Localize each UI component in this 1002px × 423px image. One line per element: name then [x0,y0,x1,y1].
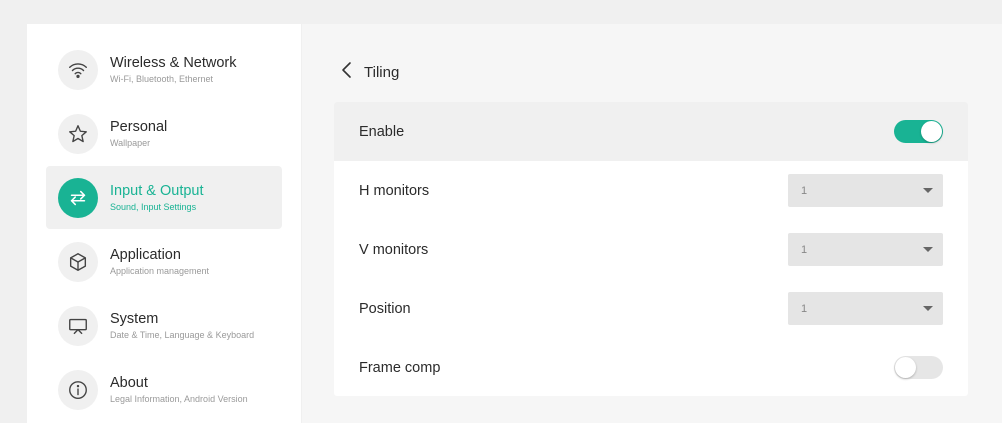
sidebar-item-title: Wireless & Network [110,55,237,71]
position-select[interactable]: 1 [788,292,943,325]
h-monitors-row: H monitors 1 [334,161,968,220]
toggle-knob [895,357,916,378]
position-row: Position 1 [334,279,968,338]
select-value: 1 [801,302,808,315]
sidebar-item-title: System [110,311,159,327]
sidebar-item-title: Application [110,247,181,263]
frame-comp-label: Frame comp [359,359,441,376]
page-header: Tiling [340,60,399,84]
frame-comp-row[interactable]: Frame comp [334,338,968,397]
v-monitors-row: V monitors 1 [334,220,968,279]
page-title: Tiling [364,63,400,81]
sidebar-item-about[interactable]: About Legal Information, Android Version [46,358,282,421]
caret-down-icon [923,188,933,193]
enable-label: Enable [359,123,405,140]
sidebar-item-subtitle: Wallpaper [110,138,151,148]
main-content: Tiling Enable H monitors 1 V monitors 1 … [302,24,1002,423]
cube-icon [58,241,98,282]
caret-down-icon [923,306,933,311]
sidebar-item-subtitle: Date & Time, Language & Keyboard [110,330,255,340]
enable-toggle[interactable] [894,120,943,143]
select-value: 1 [801,243,808,256]
chevron-left-icon[interactable] [340,60,354,85]
enable-row[interactable]: Enable [334,102,968,161]
sidebar-item-subtitle: Wi-Fi, Bluetooth, Ethernet [110,74,214,84]
sidebar-item-subtitle: Application management [110,266,210,276]
sidebar-item-wireless-network[interactable]: Wireless & Network Wi-Fi, Bluetooth, Eth… [46,38,282,101]
toggle-knob [921,121,942,142]
sidebar-item-application[interactable]: Application Application management [46,230,282,293]
sidebar-item-subtitle: Sound, Input Settings [110,202,197,212]
frame-comp-toggle[interactable] [894,356,943,379]
h-monitors-select[interactable]: 1 [788,174,943,207]
settings-panel: Enable H monitors 1 V monitors 1 Positio… [334,102,968,396]
select-value: 1 [801,184,808,197]
sidebar-item-title: Personal [110,119,168,135]
position-label: Position [359,300,411,317]
caret-down-icon [923,247,933,252]
swap-arrows-icon [58,177,98,218]
sidebar: Wireless & Network Wi-Fi, Bluetooth, Eth… [27,24,301,423]
sidebar-item-title: About [110,375,148,391]
sidebar-item-personal[interactable]: Personal Wallpaper [46,102,282,165]
info-icon [58,369,98,410]
h-monitors-label: H monitors [359,182,430,199]
wifi-icon [58,49,98,90]
sidebar-item-input-output[interactable]: Input & Output Sound, Input Settings [46,166,282,229]
v-monitors-label: V monitors [359,241,429,258]
presentation-screen-icon [58,305,98,346]
sidebar-item-subtitle: Legal Information, Android Version [110,394,248,404]
sidebar-item-system[interactable]: System Date & Time, Language & Keyboard [46,294,282,357]
star-icon [58,113,98,154]
v-monitors-select[interactable]: 1 [788,233,943,266]
sidebar-item-title: Input & Output [110,183,204,199]
